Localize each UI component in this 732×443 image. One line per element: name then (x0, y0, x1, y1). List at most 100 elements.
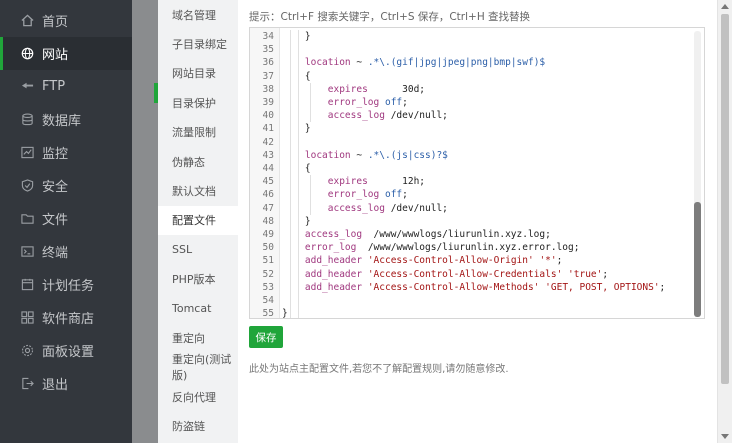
line-number: 51 (262, 255, 274, 267)
scroll-down-arrow-icon[interactable] (721, 434, 729, 439)
save-button[interactable]: 保存 (249, 326, 283, 348)
line-number: 41 (262, 123, 274, 135)
indent-guide (310, 82, 311, 123)
indent-guide (290, 30, 291, 318)
line-text: access_log /dev/null; (327, 202, 448, 214)
dimmed-backdrop (132, 0, 158, 443)
sidebar-item-2[interactable]: FTP (0, 70, 132, 103)
line-text: add_header 'Access-Control-Allow-Origin'… (304, 255, 563, 267)
tab-11[interactable]: 重定向 (158, 323, 238, 352)
logout-icon (20, 377, 34, 391)
code-line[interactable]: 55} (250, 307, 704, 319)
page-scrollbar[interactable] (717, 0, 732, 443)
tab-3[interactable]: 目录保护 (158, 88, 238, 117)
tab-2[interactable]: 网站目录 (158, 59, 238, 88)
sidebar-item-0[interactable]: 首页 (0, 4, 132, 37)
sidebar-item-6[interactable]: 文件 (0, 202, 132, 235)
line-number: 55 (262, 308, 274, 319)
tab-9[interactable]: PHP版本 (158, 265, 238, 294)
line-text: } (282, 123, 311, 135)
editor-scrollbar-thumb[interactable] (694, 202, 701, 317)
line-text: expires 12h; (327, 176, 426, 188)
tab-7[interactable]: 配置文件 (158, 205, 238, 236)
line-number: 52 (262, 268, 274, 280)
line-text: error_log off; (327, 97, 408, 108)
code-line[interactable]: 42 (250, 136, 704, 149)
line-number: 53 (262, 281, 274, 293)
grid-icon (20, 311, 34, 325)
code-line[interactable]: 35 (250, 43, 704, 56)
sidebar-item-8[interactable]: 计划任务 (0, 268, 132, 301)
tab-6[interactable]: 默认文档 (158, 176, 238, 205)
sidebar-item-label: 安全 (42, 180, 69, 195)
code-line[interactable]: 50 error_log /www/wwwlogs/liurunlin.xyz.… (250, 241, 704, 254)
sidebar-item-label: 首页 (42, 15, 69, 30)
sidebar-item-5[interactable]: 安全 (0, 169, 132, 202)
sidebar-item-3[interactable]: 数据库 (0, 103, 132, 136)
code-line[interactable]: 44 { (250, 162, 704, 175)
sidebar-item-label: FTP (42, 79, 66, 94)
line-number: 39 (262, 97, 274, 108)
line-text: } (282, 31, 311, 42)
line-number: 37 (262, 70, 274, 82)
monitor-icon (20, 146, 34, 160)
code-line[interactable]: 43 location ~ .*\.(js|css)?$ (250, 149, 704, 162)
tab-1[interactable]: 子目录绑定 (158, 29, 238, 58)
line-number: 46 (262, 189, 274, 201)
code-line[interactable]: 51 add_header 'Access-Control-Allow-Orig… (250, 254, 704, 267)
code-line[interactable]: 46 error_log off; (250, 188, 704, 201)
code-line[interactable]: 41 } (250, 122, 704, 135)
sidebar-item-7[interactable]: 终端 (0, 235, 132, 268)
sidebar-item-1[interactable]: 网站 (0, 37, 132, 70)
sidebar-item-9[interactable]: 软件商店 (0, 301, 132, 334)
page-scrollbar-thumb[interactable] (721, 14, 729, 384)
line-number: 43 (262, 149, 274, 161)
tab-0[interactable]: 域名管理 (158, 0, 238, 29)
line-text: } (282, 308, 288, 319)
line-number: 45 (262, 176, 274, 188)
code-line[interactable]: 37 { (250, 70, 704, 83)
sidebar-item-label: 软件商店 (42, 312, 95, 327)
line-number: 34 (262, 31, 274, 42)
line-number: 36 (262, 57, 274, 69)
code-line[interactable]: 54 (250, 294, 704, 307)
code-line[interactable]: 53 add_header 'Access-Control-Allow-Meth… (250, 281, 704, 294)
sidebar-item-4[interactable]: 监控 (0, 136, 132, 169)
code-line[interactable]: 40 access_log /dev/null; (250, 109, 704, 122)
line-text: { (282, 70, 311, 82)
sidebar-item-11[interactable]: 退出 (0, 367, 132, 400)
code-line[interactable]: 48 } (250, 215, 704, 228)
tab-12[interactable]: 重定向(测试版) (158, 353, 238, 382)
tab-8[interactable]: SSL (158, 235, 238, 264)
config-file-panel: 提示：Ctrl+F 搜索关键字，Ctrl+S 保存，Ctrl+H 查找替换 34… (238, 0, 732, 443)
line-text: access_log /www/wwwlogs/liurunlin.xyz.lo… (304, 229, 551, 240)
code-line[interactable]: 38 expires 30d; (250, 83, 704, 96)
code-line[interactable]: 36 location ~ .*\.(gif|jpg|jpeg|png|bmp|… (250, 56, 704, 69)
tab-14[interactable]: 防盗链 (158, 411, 238, 440)
tab-10[interactable]: Tomcat (158, 294, 238, 323)
tab-13[interactable]: 反向代理 (158, 382, 238, 411)
line-text: expires 30d; (327, 83, 426, 95)
sidebar-nav: 首页网站 FTP 数据库 监控安全文件终端 计划任务软件商店面板设置 退出 (0, 4, 132, 400)
indent-guide (310, 175, 311, 215)
line-number: 44 (262, 163, 274, 174)
line-number: 35 (262, 44, 274, 56)
code-line[interactable]: 45 expires 12h; (250, 175, 704, 188)
line-text: add_header 'Access-Control-Allow-Methods… (304, 281, 666, 293)
code-line[interactable]: 49 access_log /www/wwwlogs/liurunlin.xyz… (250, 228, 704, 241)
ftp-icon (20, 80, 34, 94)
folder-icon (20, 212, 34, 226)
code-editor[interactable]: 34 } 35 36 location ~ .*\.(gif|jpg|jpeg|pn… (249, 27, 705, 319)
line-number: 38 (262, 83, 274, 95)
code-line[interactable]: 39 error_log off; (250, 96, 704, 109)
tab-4[interactable]: 流量限制 (158, 118, 238, 147)
code-line[interactable]: 34 } (250, 30, 704, 43)
scroll-up-arrow-icon[interactable] (721, 4, 729, 9)
sidebar-item-10[interactable]: 面板设置 (0, 334, 132, 367)
code-line[interactable]: 47 access_log /dev/null; (250, 202, 704, 215)
sidebar-item-label: 文件 (42, 213, 69, 228)
code-line[interactable]: 52 add_header 'Access-Control-Allow-Cred… (250, 268, 704, 281)
line-text: { (282, 163, 311, 174)
tab-5[interactable]: 伪静态 (158, 147, 238, 176)
editor-hint: 提示：Ctrl+F 搜索关键字，Ctrl+S 保存，Ctrl+H 查找替换 (249, 11, 531, 23)
